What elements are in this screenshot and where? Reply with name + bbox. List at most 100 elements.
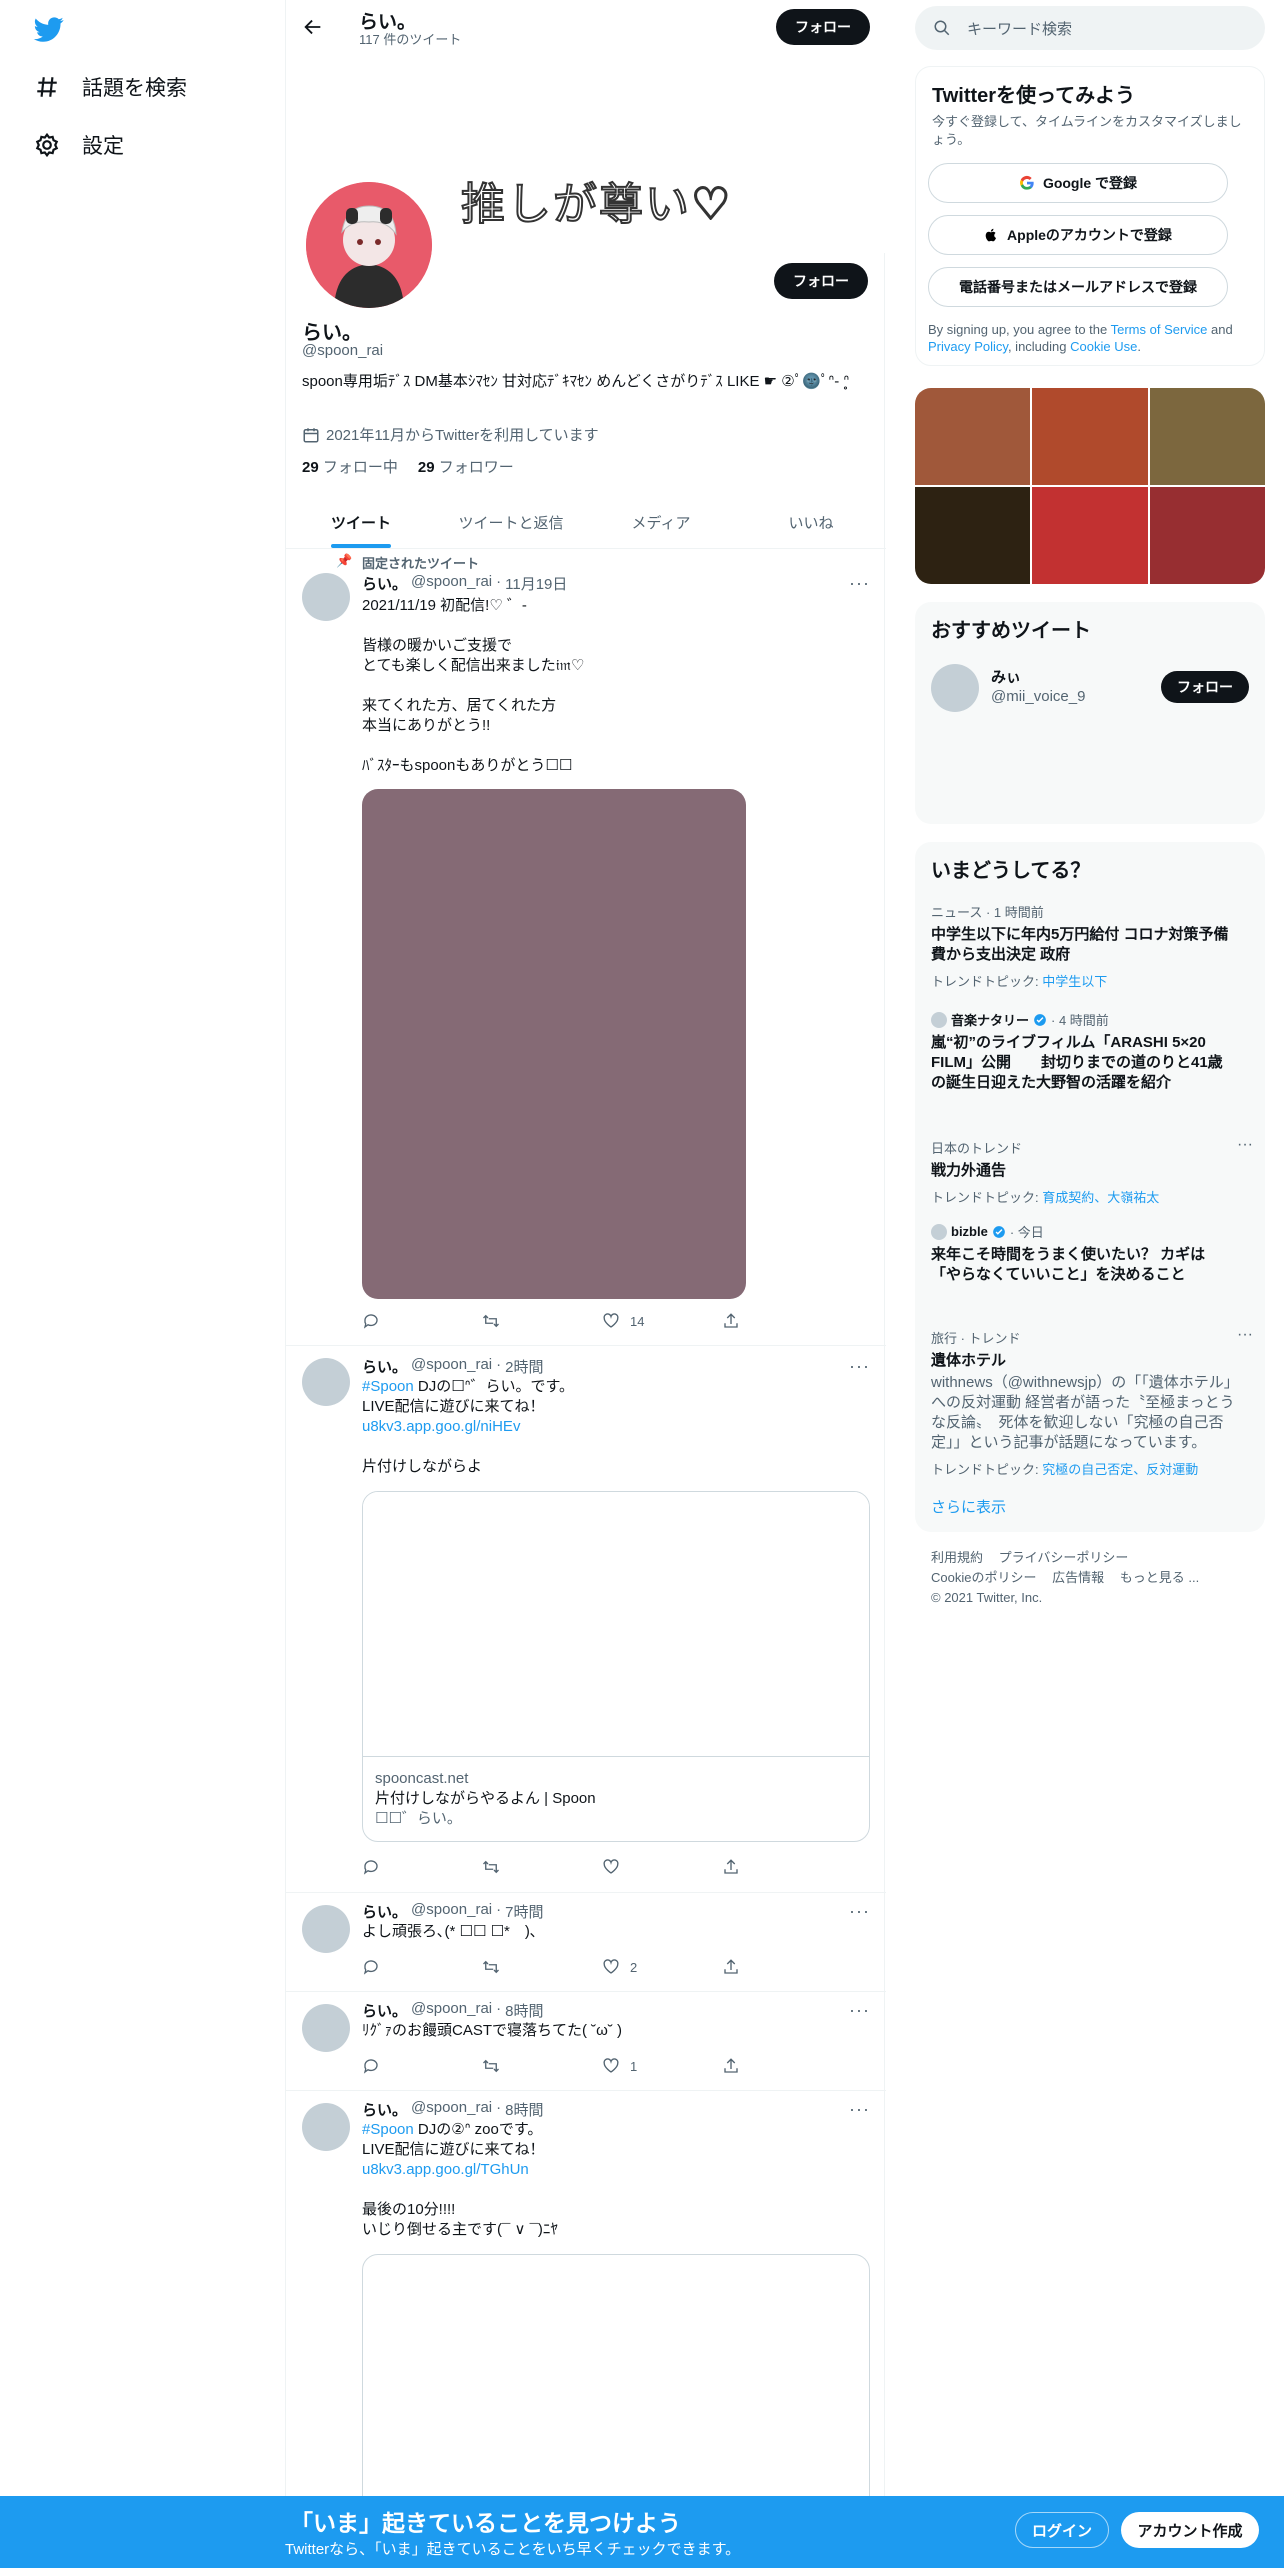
retweet-button[interactable] <box>482 1312 542 1330</box>
tweet-author[interactable]: らい。 <box>362 2000 407 2021</box>
tweet-time[interactable]: 2時間 <box>505 1356 543 1377</box>
share-button[interactable] <box>722 1312 782 1330</box>
hashtag-link[interactable]: #Spoon <box>362 2121 414 2138</box>
tweet-time[interactable]: 7時間 <box>505 1901 543 1922</box>
tweet-author[interactable]: らい。 <box>362 573 407 594</box>
recommended-name[interactable]: みぃ <box>991 666 1021 687</box>
tweet-author[interactable]: らい。 <box>362 1356 407 1377</box>
twitter-logo-icon[interactable] <box>32 14 66 44</box>
tweet-actions: 2 <box>362 1958 782 1976</box>
tweet-author[interactable]: らい。 <box>362 1901 407 1922</box>
nav-settings-label: 設定 <box>82 135 124 158</box>
tweet-avatar[interactable] <box>302 2103 350 2151</box>
trend-item[interactable]: 音楽ナタリー · 4 時間前 嵐“初”のライブフィルム「ARASHI 5×20 … <box>931 1010 1231 1093</box>
like-button[interactable]: 1 <box>602 2057 662 2075</box>
back-arrow-icon[interactable] <box>302 16 324 38</box>
tweet[interactable]: ··· らい。 @spoon_rai · 7時間 よし頑張ろ､(* ☐☐ ☐* … <box>286 1893 886 1992</box>
tweet-link[interactable]: u8kv3.app.goo.gl/niHEv <box>362 1418 520 1435</box>
reply-button[interactable] <box>362 2057 422 2075</box>
trend-item[interactable]: 旅行 · トレンド 遺体ホテル withnews（@withnewsjp）の「「… <box>931 1328 1249 1478</box>
share-button[interactable] <box>722 1858 782 1876</box>
reply-icon <box>363 1314 378 1329</box>
tweet-handle[interactable]: @spoon_rai <box>411 2099 492 2120</box>
tweet-handle[interactable]: @spoon_rai <box>411 1901 492 1922</box>
like-button[interactable]: 2 <box>602 1958 662 1976</box>
footer-link[interactable]: プライバシーポリシー <box>999 1550 1129 1565</box>
tweet-handle[interactable]: @spoon_rai <box>411 573 492 594</box>
show-more-link[interactable]: さらに表示 <box>931 1496 1006 1517</box>
tweet-time[interactable]: 11月19日 <box>505 573 567 594</box>
tweet-time[interactable]: 8時間 <box>505 2000 543 2021</box>
tab-tweets[interactable]: ツイート <box>286 496 436 548</box>
signup-panel: Twitterを使ってみよう 今すぐ登録して、タイムラインをカスタマイズしましょ… <box>915 66 1265 366</box>
tweet-handle[interactable]: @spoon_rai <box>411 1356 492 1377</box>
tweet-avatar[interactable] <box>302 2004 350 2052</box>
verified-icon <box>1034 1013 1046 1026</box>
media-thumbnail[interactable] <box>1032 388 1148 485</box>
share-button[interactable] <box>722 1958 782 1976</box>
share-icon <box>724 1313 738 1328</box>
footer-link[interactable]: Cookieのポリシー <box>931 1570 1036 1585</box>
tweet-author[interactable]: らい。 <box>362 2099 407 2120</box>
create-account-button[interactable]: アカウント作成 <box>1121 2512 1259 2548</box>
tweet-media-image[interactable] <box>362 789 746 1299</box>
more-icon[interactable]: ··· <box>1237 1326 1253 1344</box>
trend-item[interactable]: bizble · 今日 来年こそ時間をうまく使いたい？ カギは「やらなくていいこ… <box>931 1222 1231 1285</box>
recommended-follow-button[interactable]: フォロー <box>1161 671 1249 703</box>
retweet-button[interactable] <box>482 2057 542 2075</box>
followers-link[interactable]: 29 フォロワー <box>418 456 514 477</box>
like-button[interactable]: 14 <box>602 1312 662 1330</box>
media-thumbnail[interactable] <box>1032 487 1148 584</box>
footer-link[interactable]: もっと見る ... <box>1120 1570 1199 1585</box>
phone-email-signup-button[interactable]: 電話番号またはメールアドレスで登録 <box>928 267 1228 307</box>
tweet-time[interactable]: 8時間 <box>505 2099 543 2120</box>
tab-likes[interactable]: いいね <box>736 496 886 548</box>
tweet[interactable]: ··· らい。 @spoon_rai · 8時間 #Spoon DJの②ᐢ zo… <box>286 2091 886 2554</box>
reply-button[interactable] <box>362 1958 422 1976</box>
nav-explore[interactable]: 話題を検索 <box>34 72 187 102</box>
tab-tweets-and-replies[interactable]: ツイートと返信 <box>436 496 586 548</box>
tweet-handle[interactable]: @spoon_rai <box>411 2000 492 2021</box>
terms-link[interactable]: Terms of Service <box>1111 322 1208 337</box>
more-icon[interactable]: ··· <box>1237 1136 1253 1154</box>
following-link[interactable]: 29 フォロー中 <box>302 456 398 477</box>
reply-button[interactable] <box>362 1312 422 1330</box>
search-input[interactable]: キーワード検索 <box>915 6 1265 50</box>
apple-signup-button[interactable]: Appleのアカウントで登録 <box>928 215 1228 255</box>
privacy-link[interactable]: Privacy Policy <box>928 339 1008 354</box>
footer-link[interactable]: 利用規約 <box>931 1550 983 1565</box>
trend-item[interactable]: 日本のトレンド 戦力外通告 トレンドトピック: 育成契約、大嶺祐太 <box>931 1138 1231 1206</box>
footer: 利用規約 プライバシーポリシー Cookieのポリシー 広告情報 もっと見る .… <box>931 1548 1261 1608</box>
cookie-link[interactable]: Cookie Use <box>1070 339 1137 354</box>
header-follow-button[interactable]: フォロー <box>776 9 870 45</box>
google-signup-button[interactable]: Google で登録 <box>928 163 1228 203</box>
link-card[interactable]: spooncast.net 片付けしながらやるよん | Spoon ☐☐゛らい。 <box>362 1491 870 1842</box>
tweet-header: らい。 @spoon_rai · 2時間 <box>362 1356 544 1377</box>
tweet-avatar[interactable] <box>302 573 350 621</box>
share-button[interactable] <box>722 2057 782 2075</box>
reply-button[interactable] <box>362 1858 422 1876</box>
profile-avatar[interactable] <box>302 178 436 312</box>
tweet-pinned[interactable]: 📌 固定されたツイート ··· らい。 @spoon_rai · 11月19日 … <box>286 549 886 1346</box>
tweet[interactable]: ··· らい。 @spoon_rai · 2時間 #Spoon DJの☐ᐢ゛らい… <box>286 1346 886 1893</box>
retweet-button[interactable] <box>482 1858 542 1876</box>
retweet-button[interactable] <box>482 1958 542 1976</box>
media-thumbnail[interactable] <box>1149 388 1265 485</box>
login-button[interactable]: ログイン <box>1015 2512 1109 2548</box>
hashtag-link[interactable]: #Spoon <box>362 1378 414 1395</box>
tweet[interactable]: ··· らい。 @spoon_rai · 8時間 ﾘｸﾞｧのお饅頭CASTで寝落… <box>286 1992 886 2091</box>
nav-settings[interactable]: 設定 <box>34 130 124 160</box>
tweet-link[interactable]: u8kv3.app.goo.gl/TGhUn <box>362 2161 529 2178</box>
avatar[interactable] <box>931 664 979 712</box>
media-thumbnail[interactable] <box>915 487 1031 584</box>
media-thumbnail[interactable] <box>1149 487 1265 584</box>
footer-link[interactable]: 広告情報 <box>1052 1570 1104 1585</box>
profile-follow-button[interactable]: フォロー <box>774 263 868 299</box>
trend-item[interactable]: ニュース · 1 時間前 中学生以下に年内5万円給付 コロナ対策予備費から支出決… <box>931 902 1231 990</box>
tweet-avatar[interactable] <box>302 1358 350 1406</box>
media-thumbnail[interactable] <box>915 388 1031 485</box>
tweet-avatar[interactable] <box>302 1905 350 1953</box>
hashtag-icon <box>37 77 57 97</box>
like-button[interactable] <box>602 1858 662 1876</box>
tab-media[interactable]: メディア <box>586 496 736 548</box>
